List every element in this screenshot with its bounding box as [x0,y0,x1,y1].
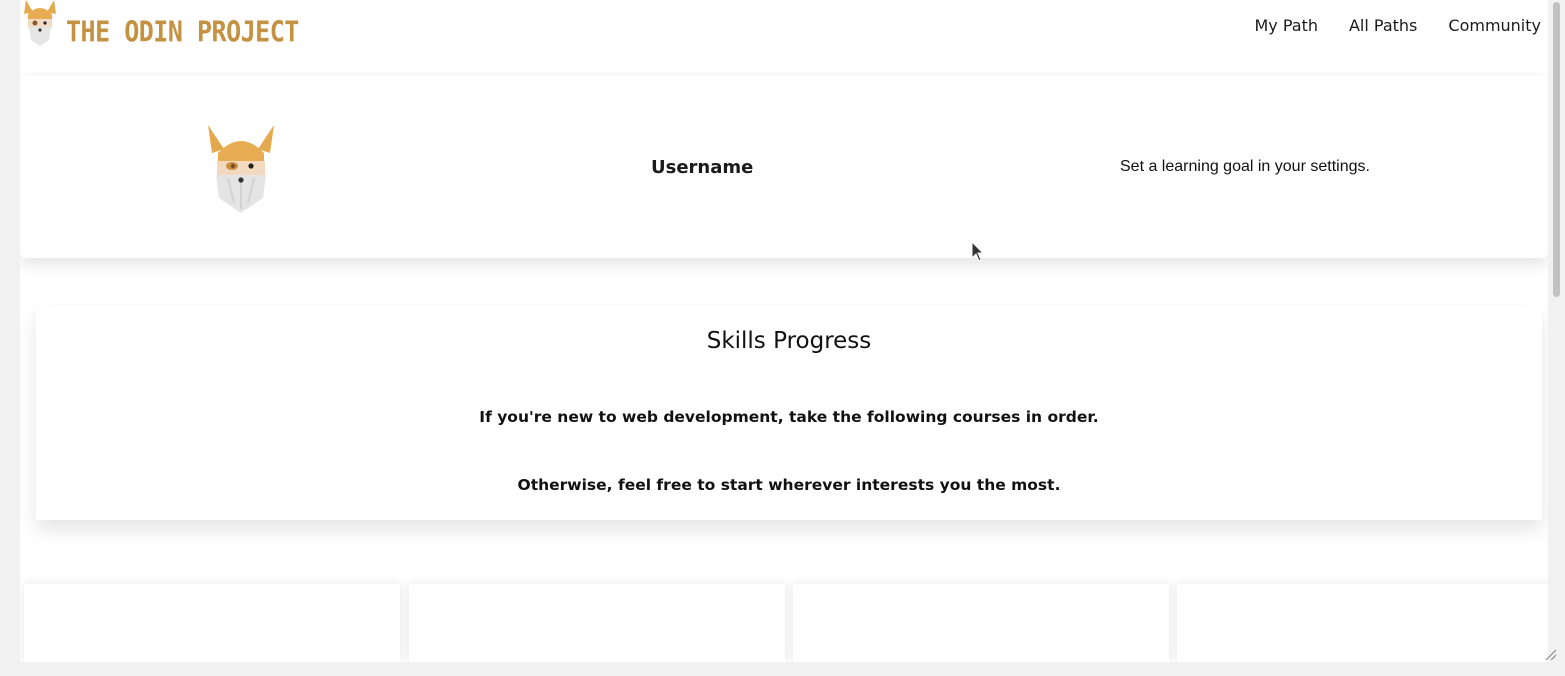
resize-handle-icon[interactable] [1543,647,1557,661]
skills-intro-line-2: Otherwise, feel free to start wherever i… [517,476,1061,494]
profile-card: Username Set a learning goal in your set… [20,76,1548,258]
course-cards-row [24,584,1548,662]
brand-name: THE ODIN PROJECT [66,14,299,49]
course-card[interactable] [1177,584,1548,662]
top-navbar: THE ODIN PROJECT My Path All Paths Commu… [20,0,1548,66]
page-viewport: THE ODIN PROJECT My Path All Paths Commu… [20,0,1548,662]
main-nav: My Path All Paths Community [1254,16,1541,35]
course-card[interactable] [409,584,785,662]
vertical-scrollbar[interactable] [1548,0,1565,662]
skills-progress-card: Skills Progress If you're new to web dev… [36,306,1542,520]
odin-viking-head-icon [24,0,56,46]
profile-username: Username [651,157,754,178]
scrollbar-thumb[interactable] [1553,2,1560,297]
avatar [208,125,274,213]
learning-goal-text: Set a learning goal in your settings. [1120,158,1370,175]
nav-community-link[interactable]: Community [1448,16,1541,35]
course-card[interactable] [24,584,400,662]
skills-progress-title: Skills Progress [706,328,872,354]
course-card[interactable] [793,584,1169,662]
mouse-cursor-icon [971,241,985,262]
nav-all-paths-link[interactable]: All Paths [1349,16,1417,35]
nav-my-path-link[interactable]: My Path [1254,16,1318,35]
skills-intro-line-1: If you're new to web development, take t… [479,408,1099,426]
bottom-edge [0,662,1565,676]
